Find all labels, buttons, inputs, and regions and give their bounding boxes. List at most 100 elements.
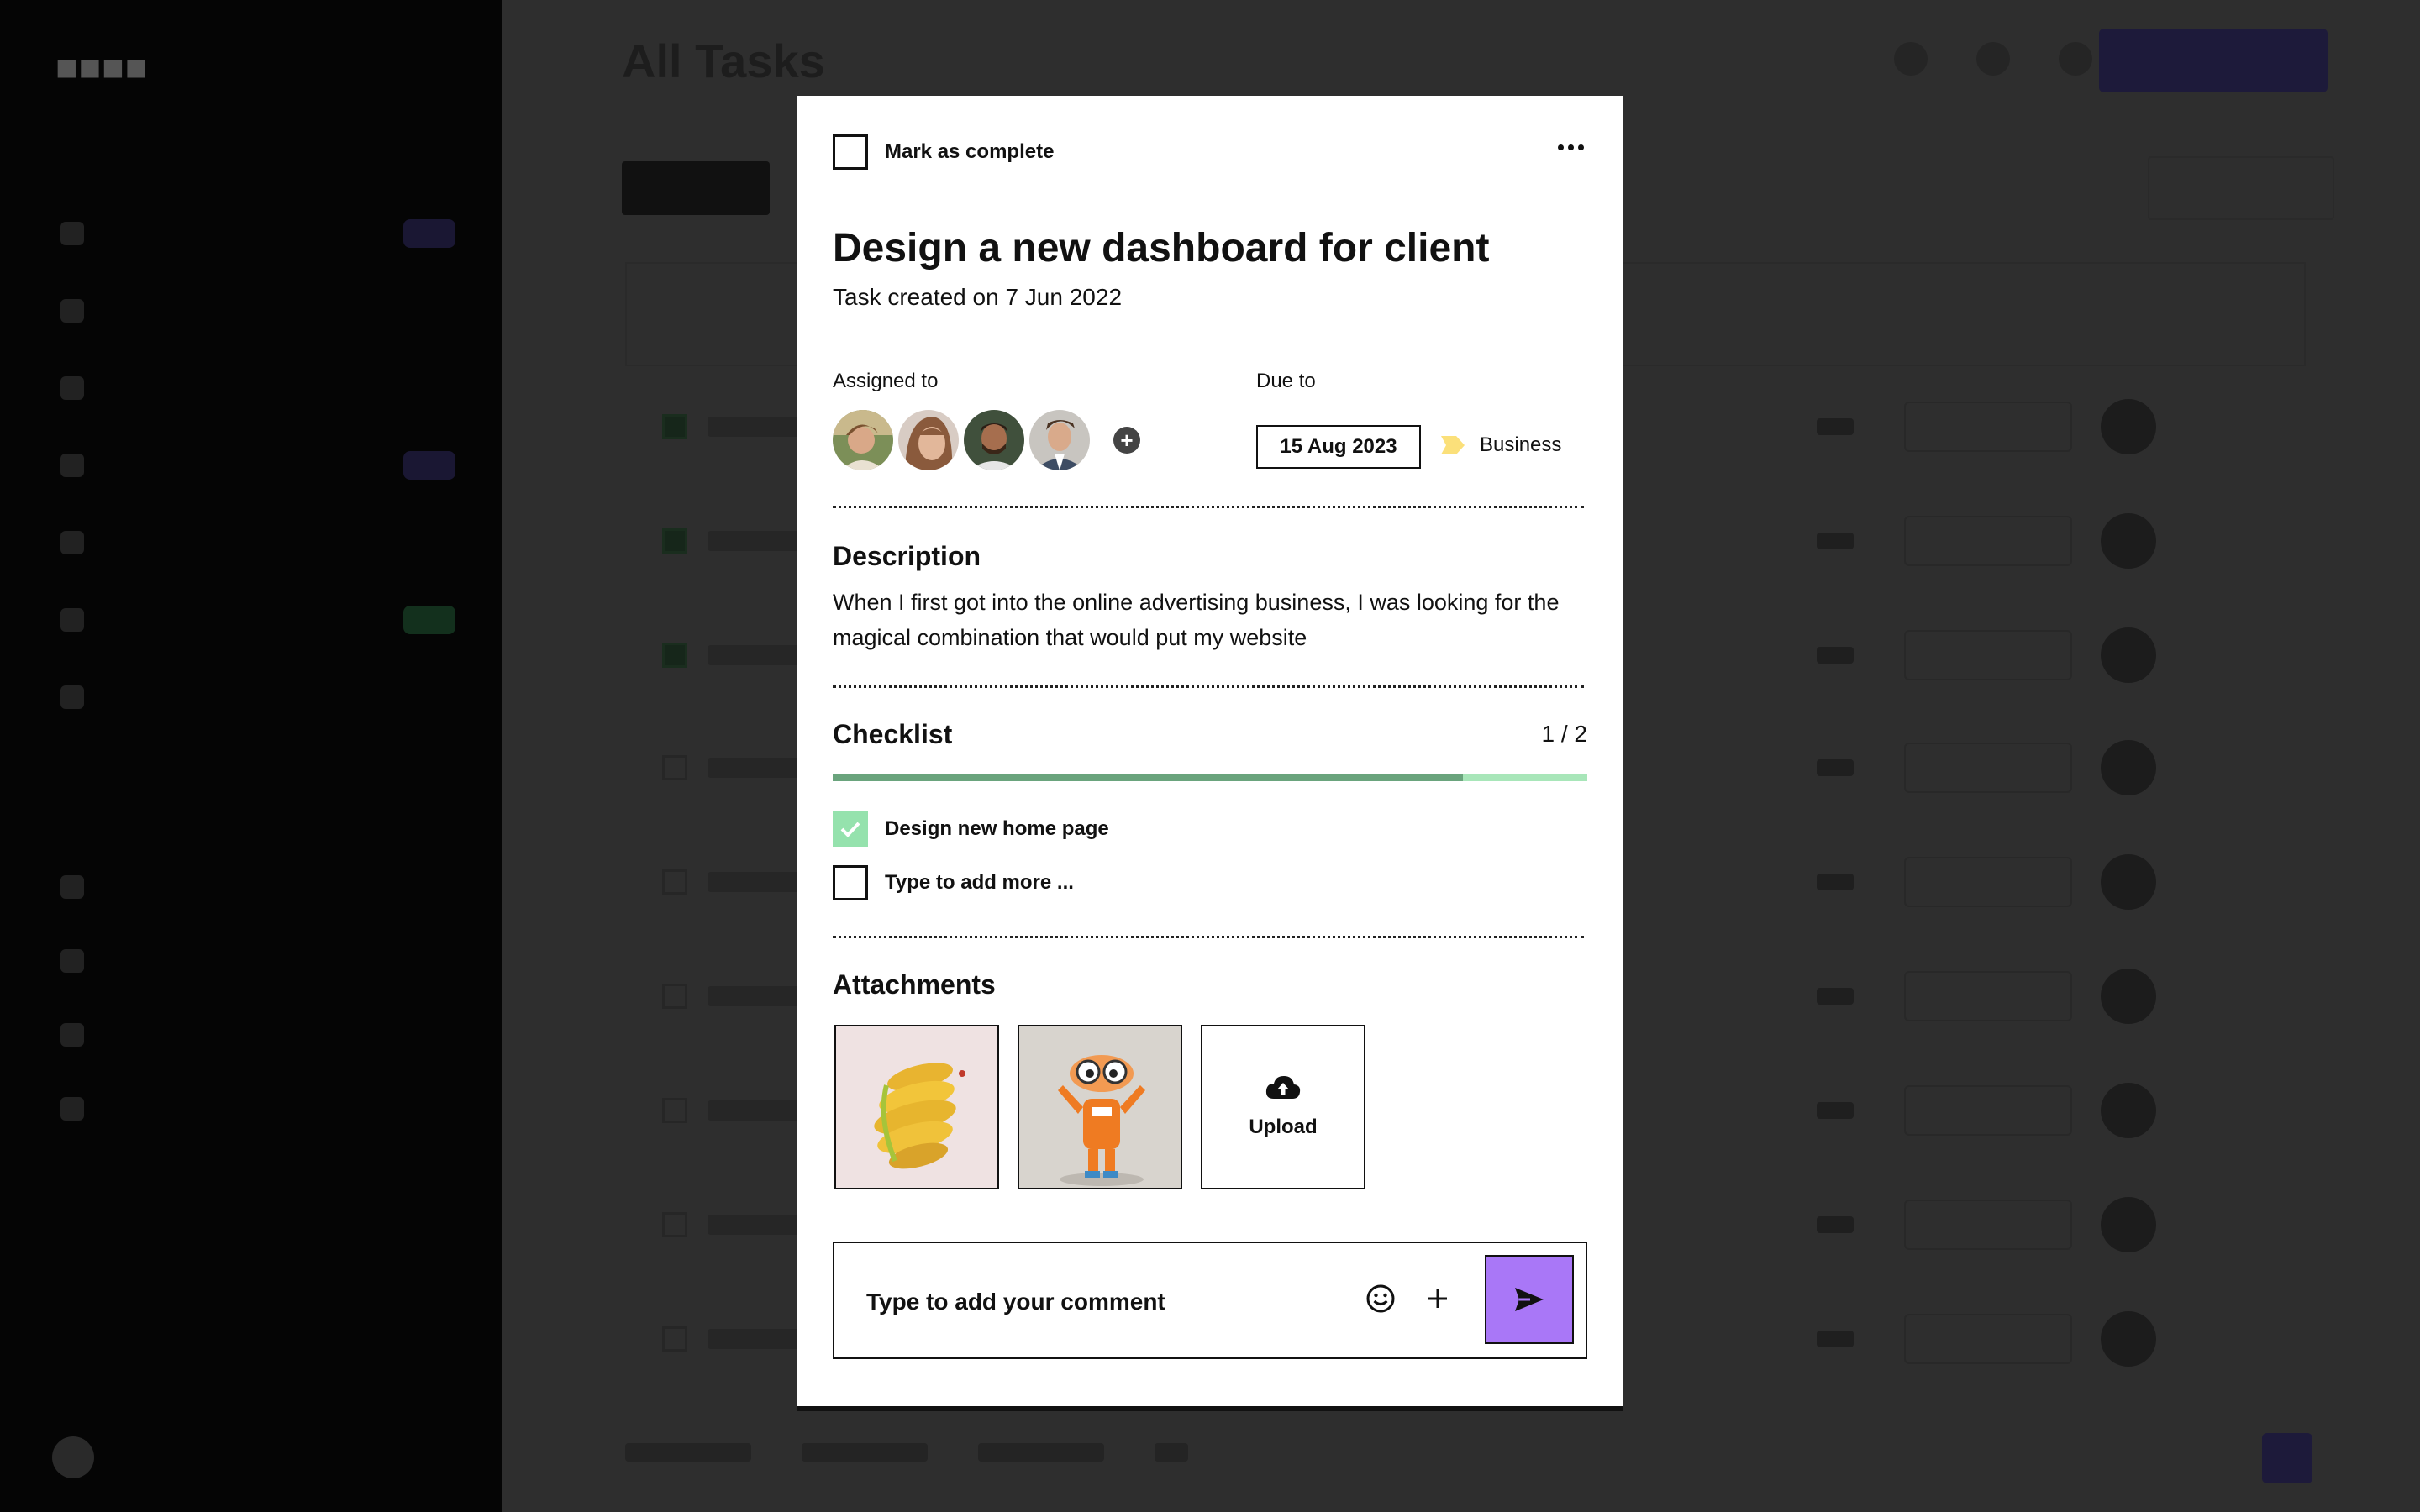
row-checkbox[interactable] <box>662 643 687 668</box>
sidebar-item-icon <box>60 454 84 477</box>
row-status <box>1904 1200 2072 1250</box>
user-icon[interactable] <box>2059 42 2092 76</box>
avatar <box>2101 1311 2156 1367</box>
row-checkbox[interactable] <box>662 414 687 439</box>
checklist-progress-bar <box>833 774 1587 781</box>
avatar <box>52 1436 94 1478</box>
sidebar-item[interactable] <box>60 292 455 329</box>
checklist-add-input[interactable]: Type to add more ... <box>885 871 1074 895</box>
cloud-upload-icon <box>1265 1076 1301 1099</box>
row-checkbox[interactable] <box>662 984 687 1009</box>
description-title: Description <box>833 541 981 571</box>
send-icon <box>1515 1288 1544 1311</box>
assignee-list: + <box>833 410 1140 470</box>
sort-button[interactable] <box>2148 156 2334 220</box>
sidebar-item-icon <box>60 531 84 554</box>
mark-complete-label: Mark as complete <box>885 140 1055 163</box>
sidebar-badge <box>403 451 455 480</box>
assigned-label: Assigned to <box>833 370 939 392</box>
checklist-title: Checklist <box>833 719 953 749</box>
divider <box>833 936 1584 938</box>
task-title: Design a new dashboard for client <box>833 226 1490 270</box>
checklist-checkbox[interactable] <box>833 865 868 900</box>
row-checkbox[interactable] <box>662 755 687 780</box>
avatar[interactable] <box>898 410 959 470</box>
checklist-add-item[interactable]: Type to add more ... <box>833 865 1074 900</box>
sidebar-item[interactable] <box>60 601 455 638</box>
checklist-item[interactable]: Design new home page <box>833 811 1109 847</box>
sidebar-item[interactable] <box>60 942 455 979</box>
row-checkbox[interactable] <box>662 1326 687 1352</box>
checklist-checkbox[interactable] <box>833 811 868 847</box>
row-status <box>1904 743 2072 793</box>
more-horizontal-icon[interactable] <box>1558 144 1584 150</box>
sidebar-item-icon <box>60 608 84 632</box>
avatar[interactable] <box>964 410 1024 470</box>
sidebar-item[interactable] <box>60 370 455 407</box>
sidebar: ■■■■ <box>0 0 502 1512</box>
sidebar-item-icon <box>60 1023 84 1047</box>
row-status <box>1904 1085 2072 1136</box>
sidebar-item[interactable] <box>60 679 455 716</box>
notification-icon[interactable] <box>1976 42 2010 76</box>
avatar <box>2101 399 2156 454</box>
add-task-button[interactable] <box>2099 29 2328 92</box>
row-meta <box>1817 1331 1854 1347</box>
attachment-thumbnail[interactable] <box>834 1025 999 1189</box>
sidebar-item[interactable] <box>60 215 455 252</box>
upload-label: Upload <box>1249 1116 1318 1138</box>
checklist-item-label: Design new home page <box>885 817 1109 840</box>
divider <box>833 506 1584 508</box>
page-title: All Tasks <box>622 34 825 87</box>
row-checkbox[interactable] <box>662 1098 687 1123</box>
avatar <box>2101 854 2156 910</box>
send-button[interactable] <box>1485 1255 1574 1344</box>
attachments-title: Attachments <box>833 969 996 1000</box>
sidebar-item[interactable] <box>60 447 455 484</box>
robot-figure-image <box>1019 1026 1181 1188</box>
row-checkbox[interactable] <box>662 528 687 554</box>
sidebar-item[interactable] <box>60 1016 455 1053</box>
row-status <box>1904 1314 2072 1364</box>
app-root: ■■■■ All Tasks Mark as complete Design a… <box>0 0 2420 1512</box>
row-status <box>1904 402 2072 452</box>
checklist-progress-fill <box>833 774 1463 781</box>
sidebar-item[interactable] <box>60 524 455 561</box>
row-checkbox[interactable] <box>662 1212 687 1237</box>
category-tag[interactable]: Business <box>1441 433 1561 457</box>
filter-chip[interactable] <box>622 161 770 215</box>
avatar <box>2101 1197 2156 1252</box>
description-text: When I first got into the online adverti… <box>833 590 1560 650</box>
upload-button[interactable]: Upload <box>1201 1025 1365 1189</box>
task-detail-modal: Mark as complete Design a new dashboard … <box>797 96 1623 1411</box>
pagination-item[interactable] <box>978 1443 1104 1462</box>
next-page-button[interactable] <box>2262 1433 2312 1483</box>
comment-box[interactable]: Type to add your comment <box>833 1242 1587 1359</box>
sidebar-user[interactable] <box>52 1436 113 1478</box>
lemon-image <box>836 1026 997 1188</box>
pagination-item[interactable] <box>625 1443 751 1462</box>
plus-icon[interactable] <box>1421 1282 1455 1315</box>
check-icon <box>840 822 860 837</box>
add-assignee-icon[interactable]: + <box>1113 427 1140 454</box>
search-icon[interactable] <box>1894 42 1928 76</box>
pagination-item[interactable] <box>802 1443 928 1462</box>
avatar <box>2101 1083 2156 1138</box>
sidebar-item-icon <box>60 1097 84 1121</box>
emoji-icon[interactable] <box>1364 1282 1397 1315</box>
avatar <box>2101 627 2156 683</box>
sidebar-badge <box>403 219 455 248</box>
row-checkbox[interactable] <box>662 869 687 895</box>
mark-complete-checkbox[interactable] <box>833 134 868 170</box>
mark-complete-row[interactable]: Mark as complete <box>833 134 1054 170</box>
sidebar-item[interactable] <box>60 869 455 906</box>
avatar[interactable] <box>833 410 893 470</box>
pagination-item[interactable] <box>1155 1443 1188 1462</box>
avatar[interactable] <box>1029 410 1090 470</box>
comment-input[interactable]: Type to add your comment <box>866 1289 1165 1315</box>
sidebar-item[interactable] <box>60 1090 455 1127</box>
task-created-date: Task created on 7 Jun 2022 <box>833 284 1123 310</box>
due-date-button[interactable]: 15 Aug 2023 <box>1256 425 1421 469</box>
attachment-thumbnail[interactable] <box>1018 1025 1182 1189</box>
avatar <box>2101 740 2156 795</box>
